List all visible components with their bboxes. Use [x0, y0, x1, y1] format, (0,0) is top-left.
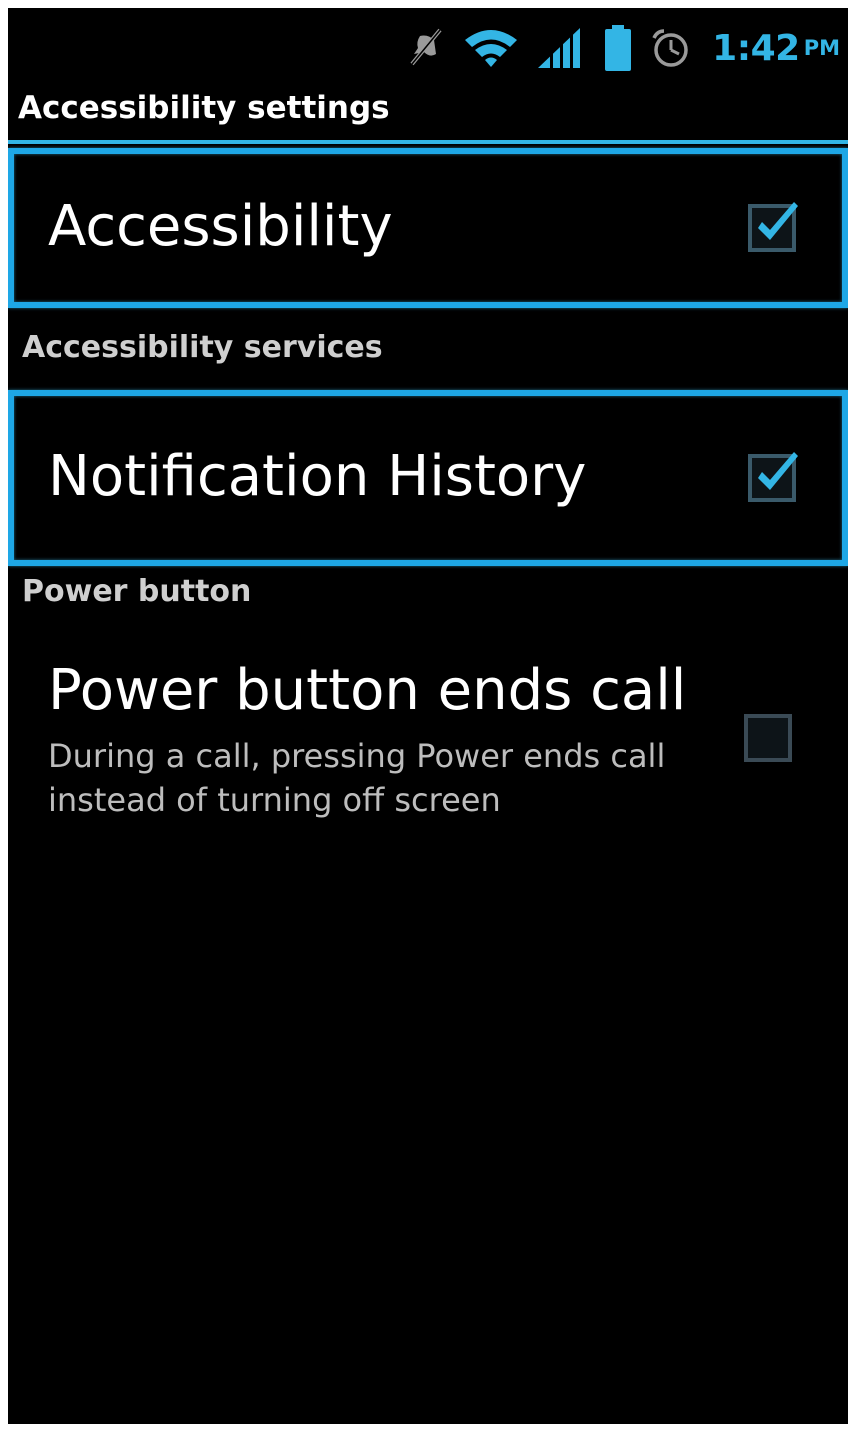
accessibility-label: Accessibility	[48, 194, 393, 259]
power-button-ends-call-label: Power button ends call	[48, 658, 687, 723]
power-button-ends-call-checkbox[interactable]	[744, 714, 792, 762]
alarm-icon	[644, 18, 698, 78]
status-ampm: PM	[803, 36, 840, 60]
checkmark-icon	[758, 202, 798, 240]
signal-icon	[526, 18, 592, 78]
notification-history-checkbox[interactable]	[748, 452, 798, 502]
bottom-strip	[0, 1424, 852, 1445]
power-button-ends-call-row[interactable]: Power button ends call During a call, pr…	[8, 630, 848, 830]
page-title: Accessibility settings	[18, 90, 390, 126]
title-bar: Accessibility settings	[8, 88, 848, 144]
power-button-ends-call-summary: During a call, pressing Power ends call …	[48, 737, 666, 819]
section-header-power: Power button	[22, 574, 252, 609]
status-time: 1:42	[712, 27, 800, 69]
notification-history-row[interactable]: Notification History	[8, 390, 848, 566]
wifi-icon	[456, 18, 526, 78]
mute-icon	[396, 18, 456, 78]
battery-icon	[592, 18, 644, 78]
notification-history-label: Notification History	[48, 444, 587, 509]
status-icons: 1:42 PM	[396, 18, 840, 78]
status-bar: 1:42 PM	[8, 8, 848, 88]
checkmark-icon	[758, 452, 798, 490]
accessibility-checkbox[interactable]	[748, 202, 798, 252]
section-header-services: Accessibility services	[22, 330, 383, 365]
android-screen: 1:42 PM Accessibility settings Accessibi…	[8, 8, 848, 1424]
accessibility-row[interactable]: Accessibility	[8, 148, 848, 308]
